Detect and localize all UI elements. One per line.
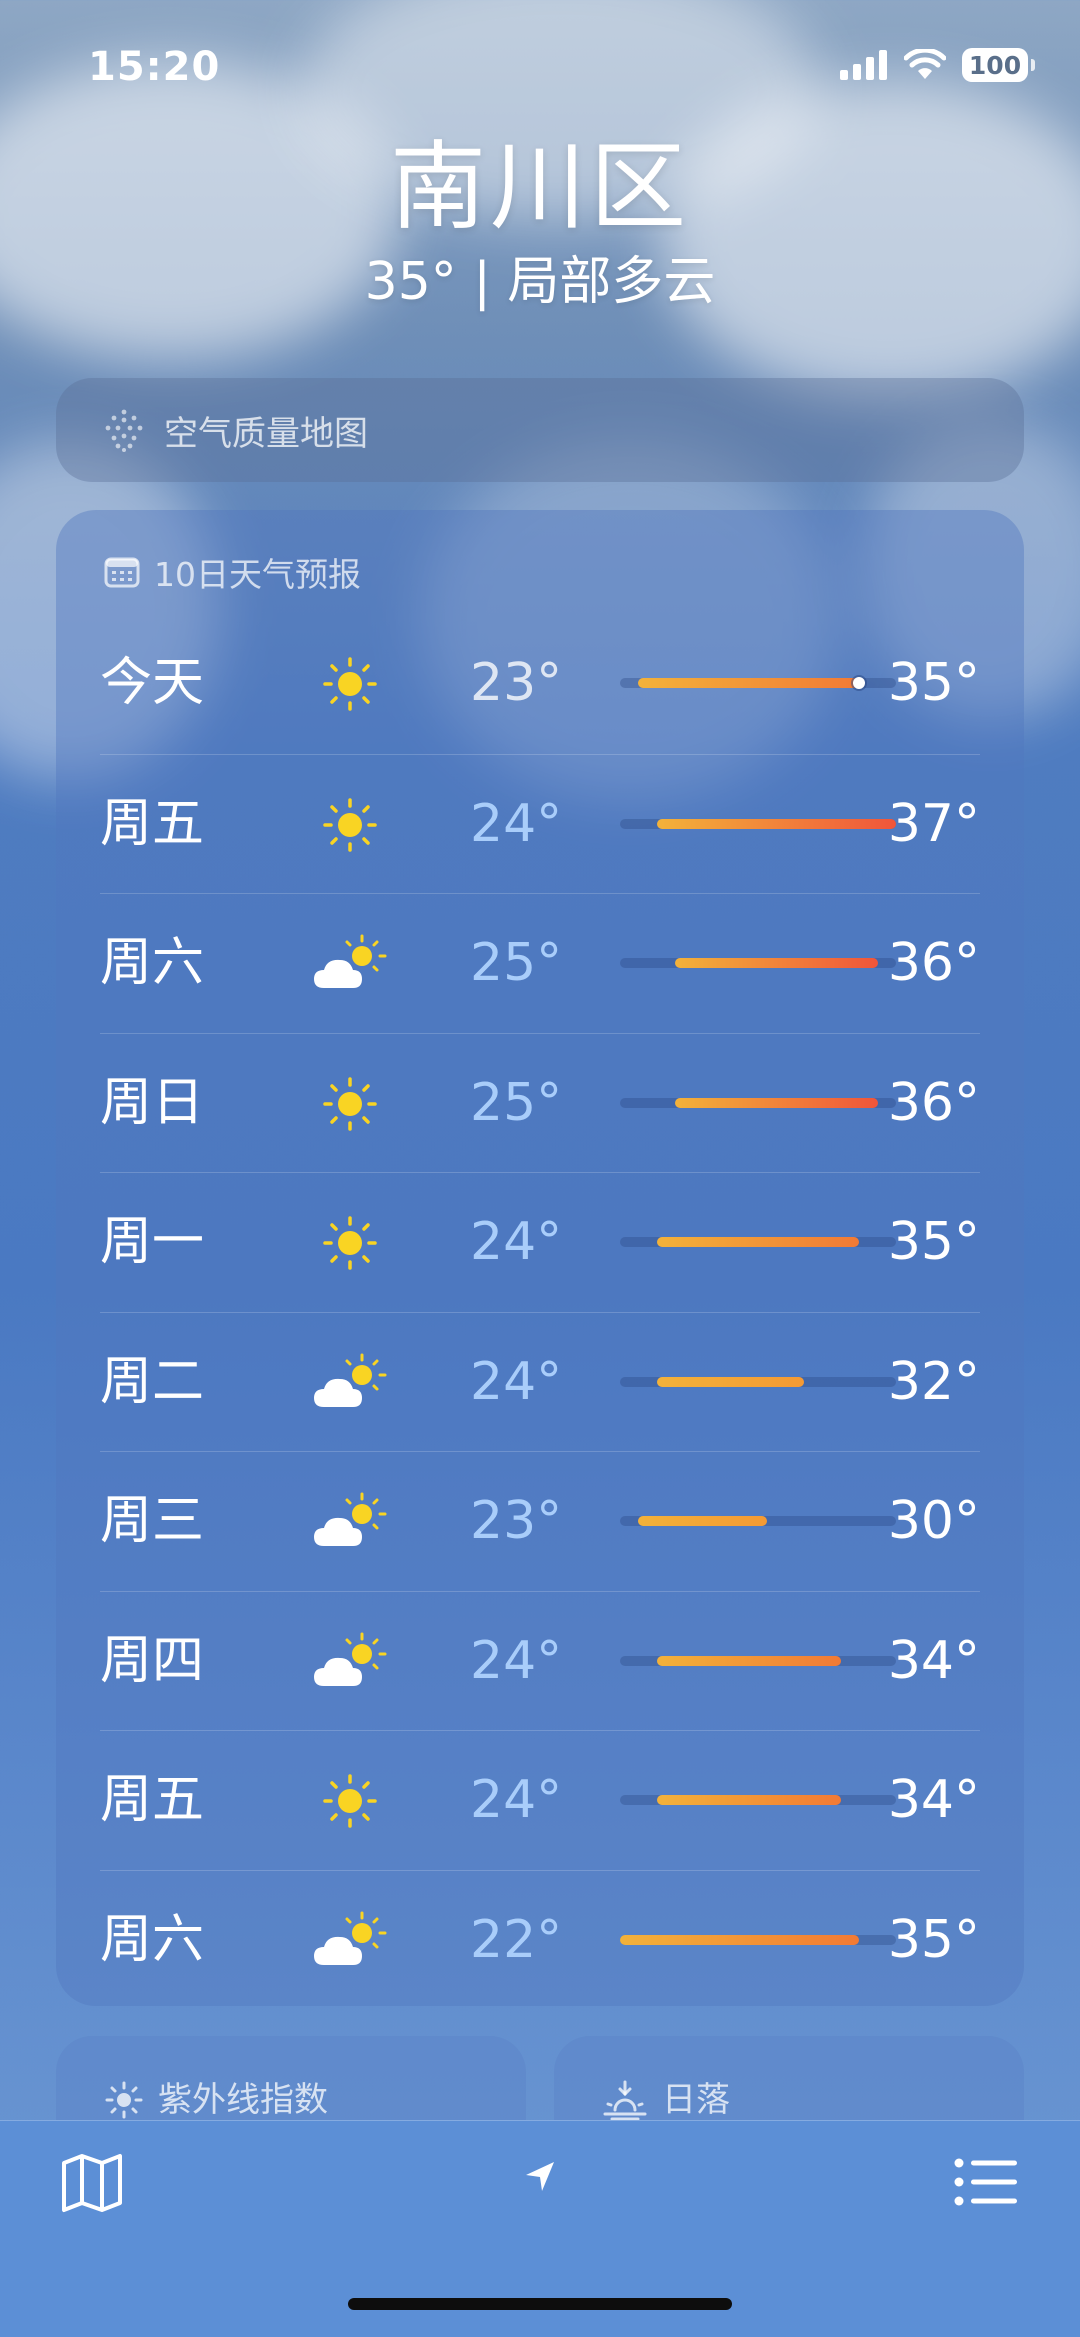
current-conditions: 35° | 局部多云 (364, 252, 716, 312)
partly-cloudy-icon (310, 934, 390, 994)
forecast-title: 10日天气预报 (154, 555, 361, 594)
temperature-range-fill (620, 1934, 860, 1945)
location-arrow-icon[interactable] (522, 2159, 558, 2195)
status-icons: 100 (840, 48, 1035, 82)
air-quality-label: 空气质量地图 (164, 413, 368, 454)
forecast-row[interactable]: 周六 25° 36° (100, 893, 980, 1033)
forecast-day: 周日 (100, 1072, 205, 1133)
sun-icon (310, 795, 390, 855)
forecast-high-temp: 34° (887, 1770, 980, 1830)
temperature-range-fill (675, 958, 878, 968)
forecast-day: 周六 (100, 933, 205, 993)
forecast-high-temp: 36° (887, 1072, 980, 1133)
forecast-high-temp: 37° (887, 793, 980, 854)
partly-cloudy-icon (310, 1632, 390, 1692)
forecast-row[interactable]: 周五 24° 34° (100, 1730, 980, 1870)
temperature-range-fill (638, 678, 860, 688)
sun-icon (310, 1213, 390, 1273)
status-bar: 15:20 100 (0, 0, 1080, 130)
forecast-row[interactable]: 周五 24° 37° (100, 753, 980, 894)
temperature-range-bar (620, 1934, 896, 1945)
forecast-high-temp: 35° (887, 1909, 980, 1970)
sun-icon (310, 654, 390, 714)
status-time: 15:20 (88, 44, 221, 90)
forecast-day: 周二 (100, 1351, 205, 1412)
forecast-low-temp: 23° (470, 1491, 563, 1551)
sun-icon (310, 1771, 390, 1831)
temperature-range-bar (620, 1237, 896, 1247)
temperature-range-fill (675, 1097, 878, 1108)
forecast-low-temp: 24° (470, 1212, 563, 1272)
signal-icon (840, 50, 887, 80)
forecast-low-temp: 24° (470, 1770, 563, 1830)
forecast-day: 周三 (100, 1491, 205, 1551)
uv-index-label: 紫外线指数 (158, 2080, 328, 2120)
forecast-high-temp: 35° (887, 1212, 980, 1272)
temperature-range-fill (656, 1795, 841, 1805)
forecast-low-temp: 25° (470, 933, 563, 993)
battery-indicator: 100 (962, 48, 1035, 82)
ten-day-forecast-card[interactable]: 10日天气预报 今天 23° 35° 周五 24° 37° 周六 25° 36° 周日 25° 36°… (56, 510, 1024, 2006)
temperature-range-bar (620, 677, 896, 689)
forecast-high-temp: 36° (887, 933, 980, 993)
forecast-day: 周四 (100, 1630, 205, 1691)
temperature-range-fill (656, 1237, 860, 1247)
forecast-day: 周六 (100, 1909, 205, 1970)
forecast-row[interactable]: 周六 22° 35° (100, 1869, 980, 2007)
forecast-day: 周一 (100, 1212, 205, 1272)
uv-sun-icon (105, 2081, 143, 2119)
location-name: 南川区 (390, 131, 690, 243)
calendar-icon (104, 557, 140, 588)
list-icon[interactable] (954, 2157, 1018, 2207)
temperature-range-bar (620, 1097, 896, 1108)
map-icon[interactable] (60, 2153, 124, 2213)
forecast-row[interactable]: 周二 24° 32° (100, 1311, 980, 1452)
partly-cloudy-icon (310, 1353, 390, 1413)
forecast-row[interactable]: 周四 24° 34° (100, 1590, 980, 1731)
forecast-row[interactable]: 周日 25° 36° (100, 1032, 980, 1173)
home-indicator (348, 2298, 732, 2310)
forecast-row[interactable]: 周三 23° 30° (100, 1451, 980, 1591)
forecast-low-temp: 24° (470, 793, 563, 854)
partly-cloudy-icon (310, 1492, 390, 1552)
sunset-label: 日落 (662, 2080, 730, 2120)
forecast-day: 周五 (100, 793, 205, 854)
temperature-range-fill (656, 1376, 804, 1387)
air-quality-dots-icon (105, 409, 143, 452)
forecast-high-temp: 35° (887, 653, 980, 713)
forecast-rows: 今天 23° 35° 周五 24° 37° 周六 25° 36° 周日 25° 36° 周一 24° 35°… (100, 614, 980, 2006)
sunset-icon (603, 2080, 647, 2120)
forecast-low-temp: 24° (470, 1351, 563, 1412)
weather-header: 南川区 35° | 局部多云 (0, 128, 1080, 314)
temperature-range-bar (620, 1516, 896, 1526)
temperature-range-fill (656, 818, 896, 829)
forecast-low-temp: 24° (470, 1630, 563, 1691)
forecast-low-temp: 25° (470, 1072, 563, 1133)
temperature-range-fill (638, 1516, 768, 1526)
forecast-low-temp: 23° (470, 653, 563, 713)
forecast-high-temp: 30° (887, 1491, 980, 1551)
forecast-low-temp: 22° (470, 1909, 563, 1970)
temperature-range-bar (620, 1655, 896, 1666)
forecast-row[interactable]: 今天 23° 35° (100, 614, 980, 754)
forecast-day: 今天 (100, 653, 205, 713)
temperature-range-bar (620, 818, 896, 829)
partly-cloudy-icon (310, 1911, 390, 1971)
temperature-range-bar (620, 1376, 896, 1387)
forecast-high-temp: 34° (887, 1630, 980, 1691)
forecast-header: 10日天气预报 (104, 542, 361, 602)
temperature-range-bar (620, 958, 896, 968)
sun-icon (310, 1074, 390, 1134)
forecast-high-temp: 32° (887, 1351, 980, 1412)
forecast-day: 周五 (100, 1770, 205, 1830)
current-temp-marker (853, 677, 866, 689)
air-quality-map-card[interactable]: 空气质量地图 (56, 378, 1024, 482)
wifi-icon (904, 49, 946, 79)
temperature-range-bar (620, 1795, 896, 1805)
temperature-range-fill (656, 1655, 841, 1666)
forecast-row[interactable]: 周一 24° 35° (100, 1172, 980, 1312)
